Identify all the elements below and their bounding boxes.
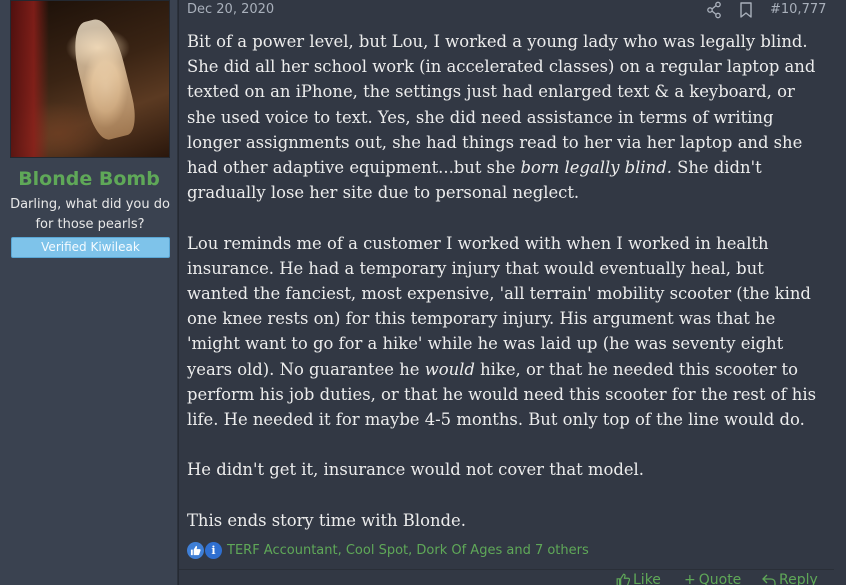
paragraph-2-emphasis: would [424,359,475,379]
username[interactable]: Blonde Bomb [0,168,178,190]
avatar-curtain [11,1,49,157]
like-icon [616,573,630,585]
share-icon[interactable] [706,1,722,19]
quote-button[interactable]: + Quote [684,572,741,585]
thumbs-up-icon [187,541,204,559]
reply-button[interactable]: Reply [762,572,818,585]
paragraph-4: This ends story time with Blonde. [187,510,466,530]
post: Blonde Bomb Darling, what did you do for… [0,0,846,585]
info-icon: i [205,541,222,559]
reactions-bar[interactable]: i TERF Accountant, Cool Spot, Dork Of Ag… [187,539,589,561]
like-button[interactable]: Like [616,572,661,585]
paragraph-1-emphasis: born legally blind. [520,158,672,178]
reply-icon [762,574,776,585]
post-date[interactable]: Dec 20, 2020 [187,2,274,17]
message-attribution: Dec 20, 2020 #10,777 [179,0,834,22]
like-label: Like [633,572,661,585]
paragraph-2-text-a: Lou reminds me of a customer I worked wi… [187,233,811,379]
message-actions: Like + Quote Reply [179,572,834,585]
paragraph-1: Bit of a power level, but Lou, I worked … [187,29,827,205]
bookmark-icon[interactable] [739,1,753,19]
reactions-list[interactable]: TERF Accountant, Cool Spot, Dork Of Ages… [227,543,589,558]
message-cell: Dec 20, 2020 #10,777 Bit of a power leve… [179,0,846,585]
paragraph-2: Lou reminds me of a customer I worked wi… [187,231,827,433]
paragraph-3: He didn't get it, insurance would not co… [187,460,644,480]
plus-icon: + [684,572,696,585]
user-banner: Verified Kiwileak [11,237,170,258]
message-body: Bit of a power level, but Lou, I worked … [187,29,827,533]
footer-divider [179,569,834,570]
avatar[interactable] [10,0,170,158]
reply-label: Reply [779,572,818,585]
post-number[interactable]: #10,777 [770,2,826,17]
avatar-figure [67,15,141,143]
user-title: Darling, what did you do for those pearl… [10,197,170,232]
quote-label: Quote [698,572,742,585]
paragraph-1-text-a: Bit of a power level, but Lou, I worked … [187,32,816,178]
user-cell: Blonde Bomb Darling, what did you do for… [0,0,178,585]
